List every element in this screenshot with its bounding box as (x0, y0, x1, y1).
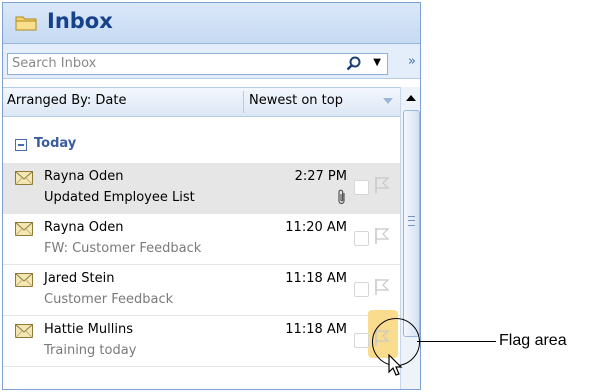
message-time: 11:20 AM (285, 220, 347, 235)
categorize-checkbox[interactable] (354, 180, 369, 195)
search-placeholder: Search Inbox (12, 56, 97, 71)
flag-icon[interactable] (374, 278, 390, 296)
callout-label: Flag area (499, 332, 567, 349)
flag-icon[interactable] (374, 176, 390, 194)
message-row[interactable]: Hattie Mullins Training today 11:18 AM (3, 310, 400, 367)
search-row: Search Inbox ▼ » (3, 44, 420, 79)
message-sender: Jared Stein (44, 271, 115, 286)
folder-icon (15, 16, 37, 31)
search-icon[interactable] (345, 55, 363, 73)
callout-line (417, 341, 496, 342)
message-subject: FW: Customer Feedback (44, 241, 202, 256)
categorize-checkbox[interactable] (354, 282, 369, 297)
collapse-group-icon[interactable] (15, 139, 27, 151)
message-row[interactable]: Rayna Oden Updated Employee List 2:27 PM (3, 163, 400, 214)
message-time: 2:27 PM (294, 169, 347, 184)
sort-order-label[interactable]: Newest on top (249, 93, 343, 108)
inbox-header: Inbox (3, 3, 420, 44)
flag-icon[interactable] (374, 227, 390, 245)
scroll-grip-icon (408, 216, 415, 226)
message-sender: Rayna Oden (44, 220, 124, 235)
envelope-icon (15, 273, 33, 287)
expand-query-chevron-icon[interactable]: » (408, 54, 416, 69)
pane-title: Inbox (47, 9, 113, 33)
message-subject: Training today (44, 343, 137, 358)
group-header-today[interactable]: Today (3, 134, 400, 156)
message-time: 11:18 AM (285, 322, 347, 337)
message-sender: Rayna Oden (44, 169, 124, 184)
inbox-pane: Inbox Search Inbox ▼ » Arranged By: Date… (2, 2, 421, 390)
envelope-icon (15, 222, 33, 236)
search-options-dropdown-icon[interactable]: ▼ (373, 57, 381, 68)
search-input[interactable]: Search Inbox ▼ (7, 53, 388, 75)
envelope-icon (15, 171, 33, 185)
message-sender: Hattie Mullins (44, 322, 133, 337)
arrange-by-bar: Arranged By: Date Newest on top (3, 87, 400, 117)
arrange-separator (243, 91, 244, 113)
categorize-checkbox[interactable] (354, 333, 369, 348)
scroll-thumb[interactable] (403, 110, 420, 337)
arrange-by-label[interactable]: Arranged By: Date (7, 93, 126, 108)
categorize-checkbox[interactable] (354, 231, 369, 246)
sort-caret-icon[interactable] (383, 98, 393, 104)
message-subject: Customer Feedback (44, 292, 174, 307)
message-time: 11:18 AM (285, 271, 347, 286)
paperclip-icon (338, 189, 345, 205)
mouse-cursor-icon (388, 354, 403, 376)
message-row[interactable]: Rayna Oden FW: Customer Feedback 11:20 A… (3, 214, 400, 265)
envelope-icon (15, 324, 33, 338)
group-label: Today (34, 136, 77, 151)
message-row[interactable]: Jared Stein Customer Feedback 11:18 AM (3, 265, 400, 316)
message-subject: Updated Employee List (44, 190, 195, 205)
scroll-up-arrow-icon[interactable] (401, 89, 421, 107)
